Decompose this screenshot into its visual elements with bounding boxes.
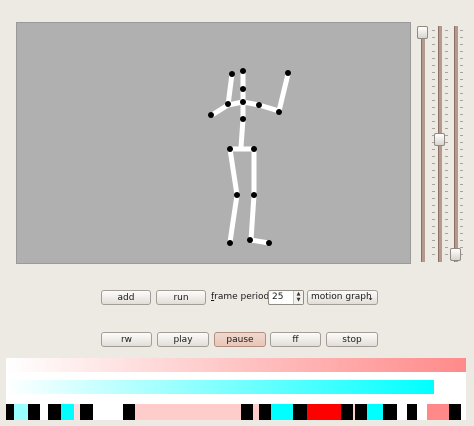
timeline-segment [355, 404, 367, 420]
timeline-segment [135, 404, 241, 420]
timeline-segment [14, 404, 28, 420]
slider-thumb[interactable] [417, 26, 428, 39]
skeleton-figure [208, 68, 291, 246]
timeline-row-2[interactable] [6, 372, 466, 404]
mode-select[interactable]: motion graph ⌄ [307, 290, 378, 305]
animation-canvas[interactable] [16, 22, 411, 264]
timeline-segment [259, 404, 271, 420]
timeline-segment [407, 404, 417, 420]
timeline-segment [307, 404, 341, 420]
timeline-segment [6, 404, 14, 420]
timeline-segment [123, 404, 135, 420]
slider-thumb[interactable] [450, 248, 461, 261]
timeline-segment [341, 404, 353, 420]
slider-3[interactable] [450, 26, 461, 262]
frame-period-label-text: rame period: [214, 292, 273, 302]
timeline-segment [93, 404, 123, 420]
slider-track [421, 26, 425, 262]
frame-period-spinbox[interactable]: 25 ▲ ▼ [268, 290, 304, 305]
fast-forward-button[interactable]: ff [270, 332, 321, 347]
timeline-progress-bar [6, 380, 434, 394]
add-button[interactable]: add [101, 290, 151, 305]
pause-button[interactable]: pause [214, 332, 266, 347]
frame-period-label: frame period: [211, 290, 272, 305]
slider-thumb[interactable] [434, 133, 445, 146]
spin-arrows[interactable]: ▲ ▼ [293, 291, 303, 304]
timeline-segment [241, 404, 253, 420]
slider-track [454, 26, 458, 262]
stop-button[interactable]: stop [326, 332, 378, 347]
timeline-segment [48, 404, 61, 420]
timeline-segment [80, 404, 93, 420]
timeline-segment [417, 404, 427, 420]
slider-2[interactable] [434, 26, 445, 262]
timeline-row-1[interactable] [6, 358, 466, 372]
play-button[interactable]: play [157, 332, 209, 347]
timeline-segment [449, 404, 461, 420]
run-button[interactable]: run [156, 290, 206, 305]
timeline-segment [61, 404, 74, 420]
slider-1[interactable] [417, 26, 428, 262]
timeline-segment [293, 404, 307, 420]
timeline-segment [271, 404, 293, 420]
frame-period-value[interactable]: 25 [272, 291, 283, 304]
timeline-row-3[interactable] [6, 404, 466, 420]
chevron-down-icon: ⌄ [367, 293, 374, 302]
timeline-segment [397, 404, 407, 420]
timeline-segment [461, 404, 466, 420]
timeline-segment [367, 404, 383, 420]
timeline-segment [28, 404, 40, 420]
timeline-segment [427, 404, 449, 420]
slider-ticks [445, 30, 448, 256]
spin-down-icon[interactable]: ▼ [294, 297, 303, 303]
mode-select-value: motion graph [311, 292, 372, 302]
timeline-segment [40, 404, 48, 420]
timeline-segment [383, 404, 397, 420]
rewind-button[interactable]: rw [101, 332, 152, 347]
